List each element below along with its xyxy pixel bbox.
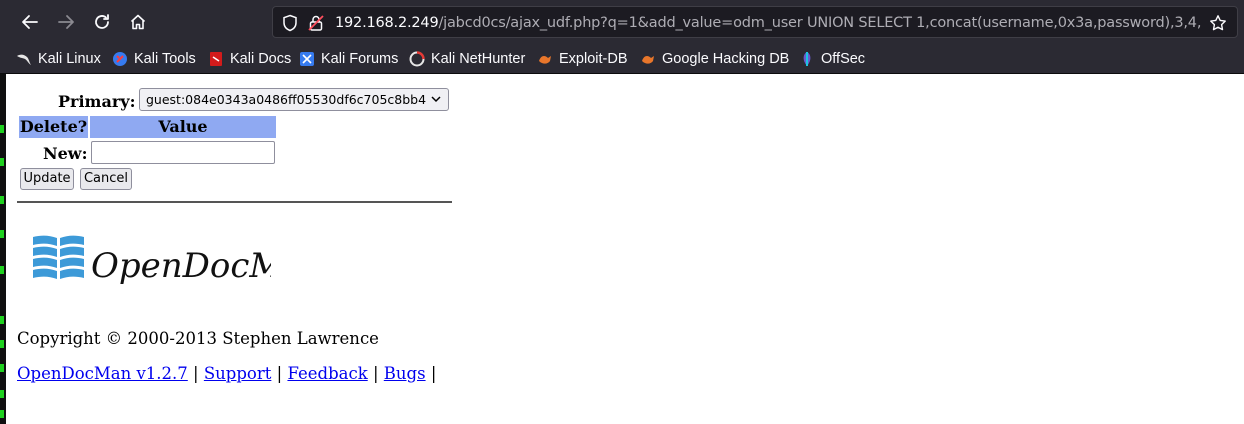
link-separator: | xyxy=(193,364,199,383)
shield-icon[interactable] xyxy=(281,14,299,32)
support-link[interactable]: Support xyxy=(204,364,272,383)
browser-toolbar: 192.168.2.249/jabcd0cs/ajax_udf.php?q=1&… xyxy=(0,0,1244,44)
primary-selected-value: guest:084e0343a0486ff05530df6c705c8bb4 xyxy=(146,92,427,107)
cancel-button[interactable]: Cancel xyxy=(80,168,132,190)
bookmark-label: Kali Linux xyxy=(38,51,101,67)
bookmark-kali-linux[interactable]: Kali Linux xyxy=(16,49,101,69)
primary-select[interactable]: guest:084e0343a0486ff05530df6c705c8bb4 xyxy=(139,88,449,111)
link-separator: | xyxy=(276,364,283,383)
bookmark-label: Kali Docs xyxy=(230,51,292,67)
bookmark-offsec[interactable]: OffSec xyxy=(799,49,865,69)
home-icon[interactable] xyxy=(123,7,153,37)
url-host: 192.168.2.249 xyxy=(335,15,439,31)
bookmark-label: OffSec xyxy=(821,51,866,67)
bookmark-label: Kali NetHunter xyxy=(431,51,526,67)
footer-links: OpenDocMan v1.2.7 | Support | Feedback |… xyxy=(17,364,436,383)
kali-nethunter-icon xyxy=(409,51,425,67)
back-arrow-icon[interactable] xyxy=(15,7,45,37)
delete-column-header: Delete? xyxy=(19,116,88,138)
feedback-link[interactable]: Feedback xyxy=(287,364,367,383)
url-path: /jabcd0cs/ajax_udf.php?q=1&add_value=odm… xyxy=(438,15,1201,31)
kali-tools-icon xyxy=(112,51,128,67)
exploit-db-icon xyxy=(537,51,553,67)
new-label: New: xyxy=(43,144,88,163)
forward-arrow-icon[interactable] xyxy=(51,7,81,37)
bookmark-exploit-db[interactable]: Exploit-DB xyxy=(537,49,628,69)
kali-forums-icon xyxy=(299,51,315,67)
bookmarks-toolbar: Kali Linux Kali Tools Kali Docs Kali For… xyxy=(0,44,1244,74)
bookmark-kali-tools[interactable]: Kali Tools xyxy=(112,49,196,69)
primary-label: Primary: xyxy=(58,92,136,111)
kali-docs-icon xyxy=(208,51,224,67)
copyright-text: Copyright © 2000-2013 Stephen Lawrence xyxy=(17,329,379,348)
opendocman-version-link[interactable]: OpenDocMan v1.2.7 xyxy=(17,364,188,383)
reload-icon[interactable] xyxy=(87,7,117,37)
divider xyxy=(17,201,452,203)
offsec-icon xyxy=(799,51,815,67)
bookmark-google-hacking-db[interactable]: Google Hacking DB xyxy=(640,49,789,69)
bookmark-label: Exploit-DB xyxy=(559,51,628,67)
bookmark-kali-docs[interactable]: Kali Docs xyxy=(208,49,291,69)
link-separator: | xyxy=(430,364,437,383)
insecure-lock-icon[interactable] xyxy=(307,14,325,32)
bugs-link[interactable]: Bugs xyxy=(384,364,426,383)
bookmark-label: Kali Forums xyxy=(321,51,399,67)
bookmark-kali-forums[interactable]: Kali Forums xyxy=(299,49,398,69)
value-column-header: Value xyxy=(90,116,276,138)
new-value-input[interactable] xyxy=(91,141,275,164)
link-separator: | xyxy=(372,364,379,383)
chevron-down-icon xyxy=(430,93,442,105)
ghdb-icon xyxy=(640,51,656,67)
update-button[interactable]: Update xyxy=(20,168,74,190)
logo-text: OpenDocMan xyxy=(91,246,271,286)
address-bar[interactable]: 192.168.2.249/jabcd0cs/ajax_udf.php?q=1&… xyxy=(272,6,1238,38)
url-text[interactable]: 192.168.2.249/jabcd0cs/ajax_udf.php?q=1&… xyxy=(335,13,1201,33)
page-content: Primary: guest:084e0343a0486ff05530df6c7… xyxy=(6,75,1244,424)
bookmark-label: Kali Tools xyxy=(134,51,196,67)
bookmark-kali-nethunter[interactable]: Kali NetHunter xyxy=(409,49,525,69)
kali-dragon-icon xyxy=(16,51,32,67)
opendocman-logo: OpenDocMan xyxy=(31,233,326,301)
star-icon[interactable] xyxy=(1209,14,1227,32)
bookmark-label: Google Hacking DB xyxy=(662,51,790,67)
